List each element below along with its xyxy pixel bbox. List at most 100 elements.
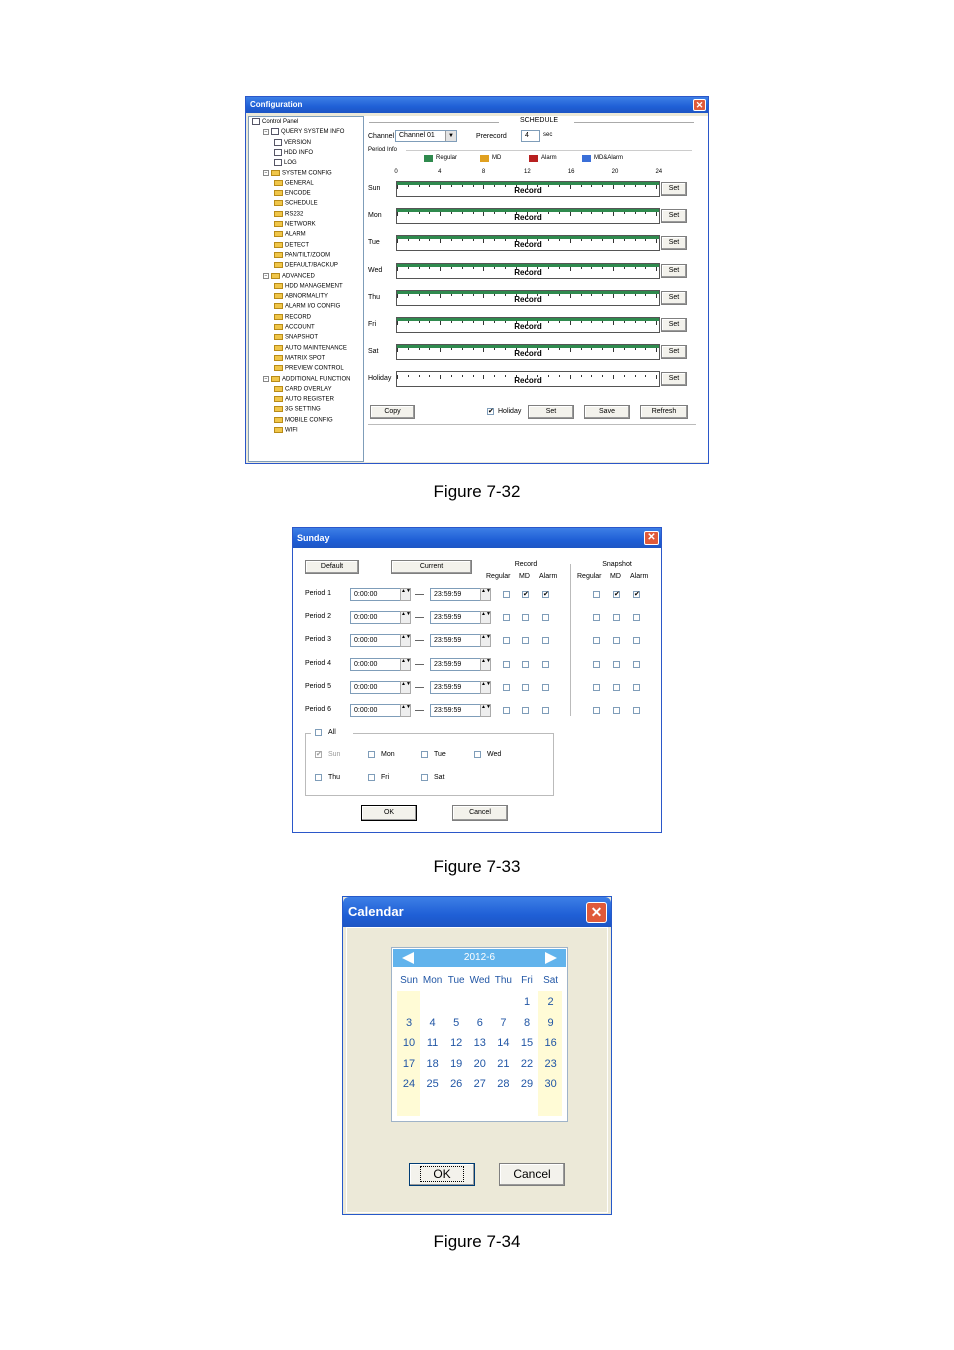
start-spinner-icon[interactable]: ▲▼ bbox=[400, 588, 411, 601]
start-spinner-icon[interactable]: ▲▼ bbox=[400, 657, 411, 671]
record-checkbox[interactable] bbox=[542, 660, 549, 668]
day-set-button[interactable]: Set bbox=[661, 236, 687, 251]
calendar-day[interactable]: 4 bbox=[422, 1017, 444, 1029]
calendar-day[interactable]: 22 bbox=[516, 1058, 538, 1070]
day-timeline-bar[interactable]: Record bbox=[396, 344, 660, 361]
tree-item[interactable]: Control Panel bbox=[252, 118, 298, 125]
record-checkbox[interactable] bbox=[503, 660, 510, 668]
calendar-day[interactable]: 2 bbox=[540, 996, 562, 1008]
calendar-day[interactable]: 10 bbox=[398, 1037, 420, 1049]
calendar-day[interactable]: 25 bbox=[422, 1078, 444, 1090]
collapse-icon[interactable]: − bbox=[263, 169, 269, 176]
snapshot-checkbox[interactable] bbox=[633, 707, 640, 714]
day-timeline-bar[interactable]: Record bbox=[396, 235, 660, 252]
tree-item[interactable]: ABNORMALITY bbox=[274, 293, 328, 300]
calendar-day[interactable]: 16 bbox=[540, 1037, 562, 1049]
calendar-day[interactable]: 12 bbox=[445, 1037, 467, 1049]
record-checkbox[interactable] bbox=[522, 683, 529, 691]
calendar-day[interactable]: 24 bbox=[398, 1078, 420, 1090]
tree-item[interactable]: ENCODE bbox=[274, 190, 311, 197]
tree-item[interactable]: GENERAL bbox=[274, 179, 314, 186]
record-checkbox[interactable] bbox=[503, 683, 510, 691]
close-icon[interactable]: ✕ bbox=[693, 99, 706, 111]
refresh-button[interactable]: Refresh bbox=[640, 405, 688, 419]
calendar-day[interactable]: 5 bbox=[445, 1017, 467, 1029]
calendar-day[interactable]: 29 bbox=[516, 1078, 538, 1090]
record-checkbox[interactable]: ✔ bbox=[542, 591, 549, 598]
snapshot-checkbox[interactable] bbox=[593, 707, 600, 714]
record-checkbox[interactable] bbox=[542, 637, 549, 645]
close-icon[interactable]: ✕ bbox=[644, 531, 659, 545]
collapse-icon[interactable]: − bbox=[263, 128, 269, 135]
calendar-day[interactable]: 3 bbox=[398, 1017, 420, 1029]
period-end-input[interactable]: 23:59:59 bbox=[430, 680, 481, 694]
save-button[interactable]: Save bbox=[584, 405, 630, 419]
day-timeline-bar[interactable]: Record bbox=[396, 181, 660, 197]
calendar-day[interactable]: 1 bbox=[516, 996, 538, 1008]
cancel-button[interactable]: Cancel bbox=[452, 805, 508, 821]
day-checkbox[interactable] bbox=[421, 774, 428, 781]
calendar-day[interactable]: 20 bbox=[469, 1058, 491, 1070]
start-spinner-icon[interactable]: ▲▼ bbox=[400, 704, 411, 717]
tree-item[interactable]: WIFI bbox=[274, 427, 298, 434]
day-checkbox[interactable] bbox=[368, 774, 375, 781]
record-checkbox[interactable] bbox=[542, 614, 549, 622]
tree-item[interactable]: AUTO REGISTER bbox=[274, 396, 334, 403]
calendar-day[interactable]: 30 bbox=[540, 1078, 562, 1090]
tree-item[interactable]: RS232 bbox=[274, 210, 303, 217]
day-set-button[interactable]: Set bbox=[661, 209, 687, 224]
snapshot-checkbox[interactable] bbox=[633, 637, 640, 645]
tree-item[interactable]: − QUERY SYSTEM INFO bbox=[263, 128, 344, 135]
record-checkbox[interactable] bbox=[503, 707, 510, 714]
record-checkbox[interactable] bbox=[522, 614, 529, 622]
tree-item[interactable]: DEFAULT/BACKUP bbox=[274, 262, 338, 269]
calendar-day[interactable]: 7 bbox=[492, 1017, 514, 1029]
record-checkbox[interactable]: ✔ bbox=[522, 591, 529, 598]
snapshot-checkbox[interactable] bbox=[613, 660, 620, 668]
snapshot-checkbox[interactable] bbox=[633, 683, 640, 691]
record-checkbox[interactable] bbox=[503, 591, 510, 598]
tree-item[interactable]: AUTO MAINTENANCE bbox=[274, 344, 347, 351]
tree-item[interactable]: SNAPSHOT bbox=[274, 334, 318, 341]
calendar-day[interactable]: 27 bbox=[469, 1078, 491, 1090]
tree-item[interactable]: VERSION bbox=[274, 138, 311, 146]
tree-item[interactable]: ALARM bbox=[274, 231, 306, 238]
period-start-input[interactable]: 0:00:00 bbox=[350, 680, 401, 694]
end-spinner-icon[interactable]: ▲▼ bbox=[480, 704, 491, 717]
tree-item[interactable]: − ADVANCED bbox=[263, 272, 315, 279]
tree-item[interactable]: PAN/TILT/ZOOM bbox=[274, 251, 330, 258]
tree-item[interactable]: PREVIEW CONTROL bbox=[274, 365, 344, 372]
ok-button[interactable]: OK bbox=[409, 1163, 475, 1186]
snapshot-checkbox[interactable] bbox=[613, 614, 620, 622]
record-checkbox[interactable] bbox=[542, 683, 549, 691]
snapshot-checkbox[interactable] bbox=[593, 637, 600, 645]
period-start-input[interactable]: 0:00:00 bbox=[350, 611, 401, 625]
set-button[interactable]: Set bbox=[528, 405, 574, 419]
snapshot-checkbox[interactable] bbox=[613, 683, 620, 691]
calendar-day[interactable]: 21 bbox=[492, 1058, 514, 1070]
calendar-day[interactable]: 11 bbox=[422, 1037, 444, 1049]
tree-item[interactable]: − SYSTEM CONFIG bbox=[263, 169, 332, 176]
day-checkbox[interactable] bbox=[368, 751, 375, 758]
day-set-button[interactable]: Set bbox=[661, 372, 687, 387]
period-end-input[interactable]: 23:59:59 bbox=[430, 657, 481, 671]
tree-item[interactable]: HDD INFO bbox=[274, 148, 313, 156]
tree-item[interactable]: SCHEDULE bbox=[274, 200, 318, 207]
period-end-input[interactable]: 23:59:59 bbox=[430, 704, 481, 717]
record-checkbox[interactable] bbox=[503, 637, 510, 645]
end-spinner-icon[interactable]: ▲▼ bbox=[480, 657, 491, 671]
calendar-day[interactable]: 23 bbox=[540, 1058, 562, 1070]
day-set-button[interactable]: Set bbox=[661, 345, 687, 360]
day-timeline-bar[interactable]: Record bbox=[396, 317, 660, 333]
tree-item[interactable]: MOBILE CONFIG bbox=[274, 416, 333, 423]
day-set-button[interactable]: Set bbox=[661, 318, 687, 332]
period-start-input[interactable]: 0:00:00 bbox=[350, 657, 401, 671]
record-checkbox[interactable] bbox=[522, 707, 529, 714]
tree-item[interactable]: LOG bbox=[274, 159, 297, 166]
period-start-input[interactable]: 0:00:00 bbox=[350, 704, 401, 717]
collapse-icon[interactable]: − bbox=[263, 272, 269, 279]
record-checkbox[interactable] bbox=[522, 637, 529, 645]
calendar-day[interactable]: 14 bbox=[492, 1037, 514, 1049]
record-checkbox[interactable] bbox=[503, 614, 510, 622]
calendar-day[interactable]: 6 bbox=[469, 1017, 491, 1029]
